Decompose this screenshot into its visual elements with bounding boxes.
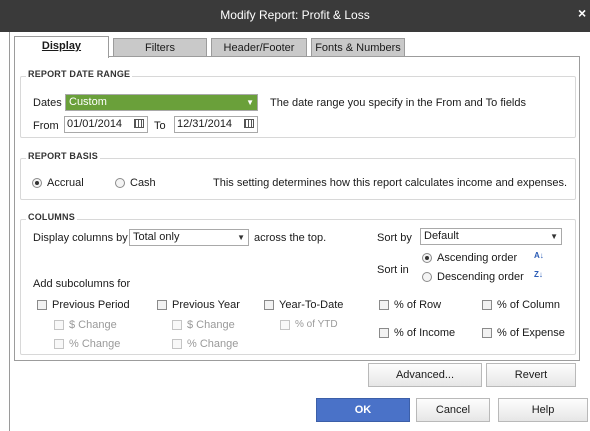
tab-display-label: Display	[41, 40, 82, 52]
pp-dollar-change-label: $ Change	[69, 319, 117, 331]
to-date-field[interactable]: 12/31/2014	[174, 116, 258, 133]
display-columns-dropdown[interactable]: Total only ▼	[129, 229, 249, 246]
display-columns-label: Display columns by	[33, 232, 128, 244]
add-subcolumns-label: Add subcolumns for	[33, 278, 131, 290]
calendar-icon[interactable]	[134, 119, 144, 128]
previous-period-checkbox[interactable]	[37, 300, 47, 310]
to-date-value: 12/31/2014	[177, 118, 233, 130]
cash-label[interactable]: Cash	[130, 177, 156, 189]
advanced-button[interactable]: Advanced...	[368, 363, 482, 387]
display-columns-value: Total only	[133, 231, 180, 243]
tab-filters[interactable]: Filters	[113, 38, 207, 57]
sort-by-value: Default	[424, 230, 459, 242]
sort-descending-icon[interactable]: Z↓	[534, 271, 543, 279]
pct-of-column-label[interactable]: % of Column	[497, 299, 560, 311]
date-range-hint: The date range you specify in the From a…	[270, 97, 526, 109]
py-pct-change-label: % Change	[187, 338, 239, 350]
pct-of-income-label[interactable]: % of Income	[394, 327, 455, 339]
chevron-down-icon: ▼	[550, 232, 558, 241]
year-to-date-label[interactable]: Year-To-Date	[279, 299, 343, 311]
previous-year-label[interactable]: Previous Year	[172, 299, 240, 311]
tab-fonts-numbers-label: Fonts & Numbers	[315, 42, 401, 54]
pp-pct-change-checkbox[interactable]	[54, 339, 64, 349]
ascending-label[interactable]: Ascending order	[437, 252, 517, 264]
cash-radio[interactable]	[115, 178, 125, 188]
report-date-range-title: REPORT DATE RANGE	[26, 69, 133, 79]
year-to-date-checkbox[interactable]	[264, 300, 274, 310]
accrual-label[interactable]: Accrual	[47, 177, 84, 189]
previous-year-checkbox[interactable]	[157, 300, 167, 310]
chevron-down-icon: ▼	[237, 233, 245, 242]
accrual-radio[interactable]	[32, 178, 42, 188]
sort-in-label: Sort in	[377, 264, 409, 276]
across-the-top-label: across the top.	[254, 232, 327, 244]
py-dollar-change-checkbox[interactable]	[172, 320, 182, 330]
sort-ascending-icon[interactable]: A↓	[534, 252, 544, 260]
pct-of-ytd-checkbox[interactable]	[280, 320, 290, 330]
tab-filters-label: Filters	[145, 42, 175, 54]
to-label: To	[154, 120, 166, 132]
sort-by-label: Sort by	[377, 232, 412, 244]
tab-display[interactable]: Display	[14, 36, 109, 58]
pct-of-income-checkbox[interactable]	[379, 328, 389, 338]
descending-label[interactable]: Descending order	[437, 271, 524, 283]
from-date-value: 01/01/2014	[67, 118, 123, 130]
revert-button[interactable]: Revert	[486, 363, 576, 387]
pct-of-column-checkbox[interactable]	[482, 300, 492, 310]
help-button[interactable]: Help	[498, 398, 588, 422]
columns-title: COLUMNS	[26, 212, 77, 222]
pct-of-expense-label[interactable]: % of Expense	[497, 327, 565, 339]
py-dollar-change-label: $ Change	[187, 319, 235, 331]
window-title: Modify Report: Profit & Loss	[220, 8, 370, 22]
pct-of-row-label[interactable]: % of Row	[394, 299, 441, 311]
ok-button[interactable]: OK	[316, 398, 410, 422]
dates-value: Custom	[69, 96, 107, 108]
ascending-radio[interactable]	[422, 253, 432, 263]
cancel-button[interactable]: Cancel	[416, 398, 490, 422]
dates-label: Dates	[33, 97, 62, 109]
close-icon[interactable]: ×	[578, 5, 586, 21]
pct-of-expense-checkbox[interactable]	[482, 328, 492, 338]
previous-period-label[interactable]: Previous Period	[52, 299, 130, 311]
descending-radio[interactable]	[422, 272, 432, 282]
pct-of-row-checkbox[interactable]	[379, 300, 389, 310]
report-basis-description: This setting determines how this report …	[213, 177, 568, 189]
tab-fonts-numbers[interactable]: Fonts & Numbers	[311, 38, 405, 57]
pct-of-ytd-label: % of YTD	[295, 319, 338, 330]
tab-header-footer-label: Header/Footer	[223, 42, 295, 54]
pp-dollar-change-checkbox[interactable]	[54, 320, 64, 330]
chevron-down-icon: ▼	[246, 98, 254, 107]
from-label: From	[33, 120, 59, 132]
calendar-icon[interactable]	[244, 119, 254, 128]
sort-by-dropdown[interactable]: Default ▼	[420, 228, 562, 245]
dates-dropdown[interactable]: Custom ▼	[65, 94, 258, 111]
from-date-field[interactable]: 01/01/2014	[64, 116, 148, 133]
py-pct-change-checkbox[interactable]	[172, 339, 182, 349]
report-basis-title: REPORT BASIS	[26, 151, 100, 161]
pp-pct-change-label: % Change	[69, 338, 121, 350]
tab-header-footer[interactable]: Header/Footer	[211, 38, 307, 57]
